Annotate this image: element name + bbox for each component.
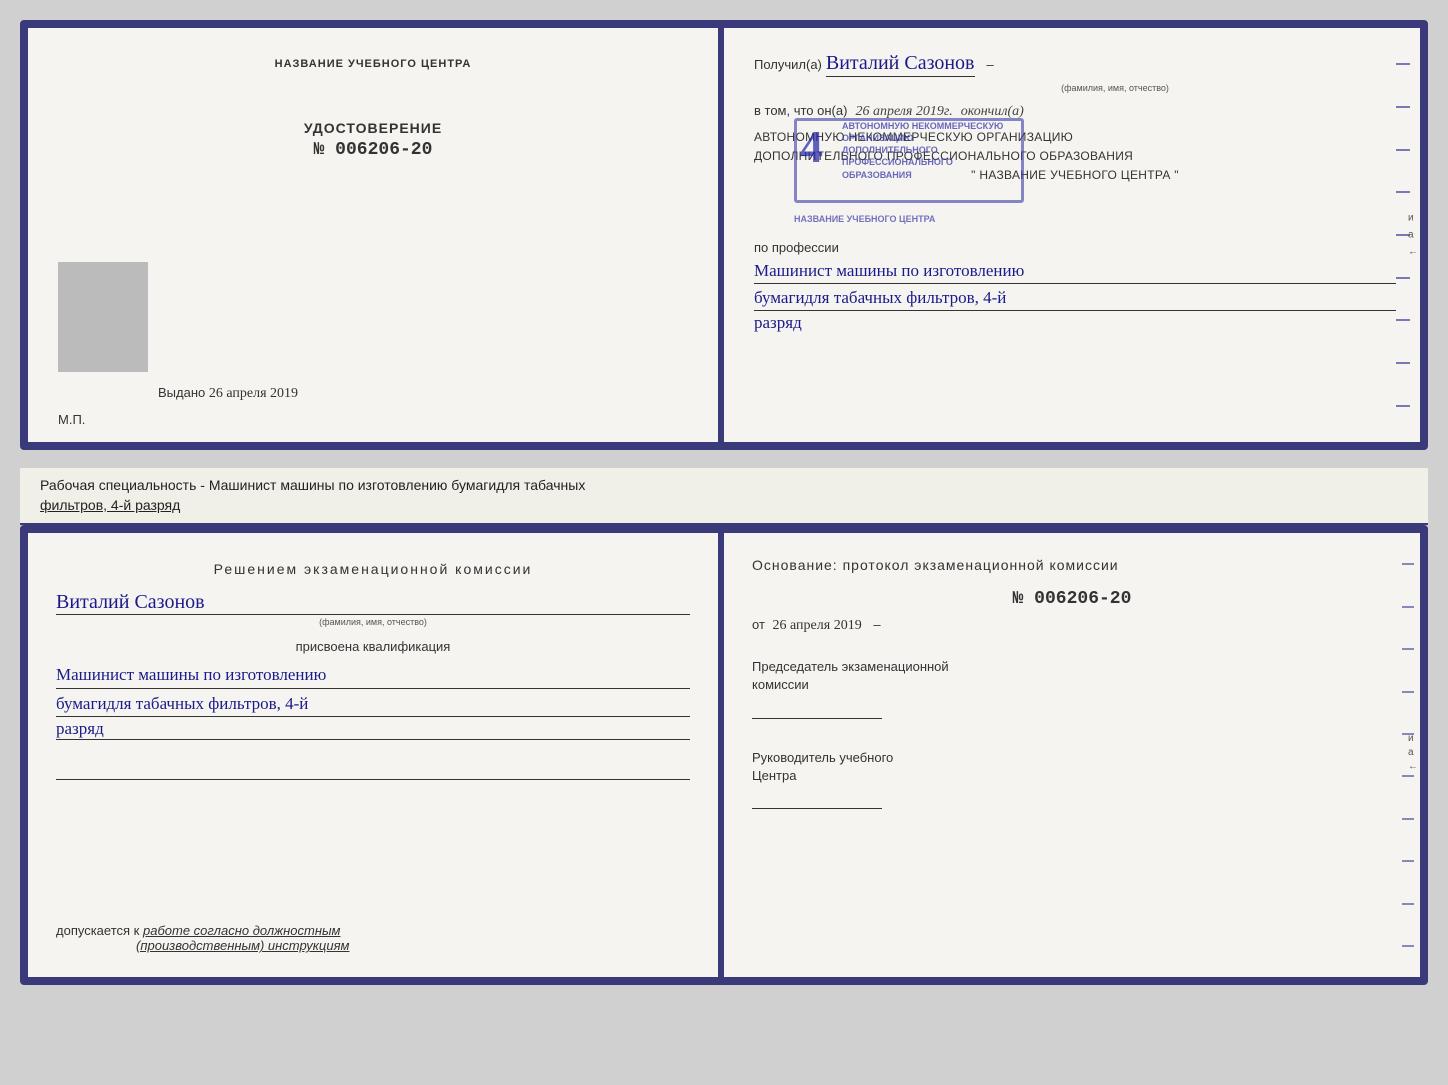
doc-number: № 006206-20: [58, 140, 688, 160]
deco-line: [1396, 149, 1410, 151]
br-deco-line: [1402, 563, 1414, 565]
edge-letter-i2: и: [1408, 733, 1418, 744]
edge-arrow: ←: [1408, 247, 1418, 258]
deco-line: [1396, 277, 1410, 279]
vydano-date: 26 апреля 2019: [209, 386, 298, 401]
profession-razryad: разряд: [754, 313, 1396, 333]
mp-label: М.П.: [58, 412, 85, 427]
deco-line: [1396, 319, 1410, 321]
bottom-edge-letters: и а ←: [1408, 733, 1418, 772]
decision-name: Виталий Сазонов: [56, 591, 690, 615]
bottom-left-panel: Решением экзаменационной комиссии Витали…: [28, 533, 724, 977]
stamp-block: АВТОНОМНУЮ НЕКОММЕРЧЕСКУЮ ОРГАНИЗАЦИЮ ДО…: [754, 128, 1396, 228]
qual-line2: бумагидля табачных фильтров, 4-й: [56, 691, 690, 718]
bottom-certificate-booklet: Решением экзаменационной комиссии Витали…: [20, 525, 1428, 985]
ot-dash: –: [873, 617, 880, 632]
predsedatel-label: Председатель экзаменационной: [752, 658, 1392, 676]
issued-label: Выдано 26 апреля 2019: [158, 385, 298, 400]
vydano-label: Выдано: [158, 385, 205, 400]
qual-line1: Машинист машины по изготовлению: [56, 662, 690, 689]
deco-line: [1396, 63, 1410, 65]
br-deco-line: [1402, 860, 1414, 862]
institution-title-block: НАЗВАНИЕ УЧЕБНОГО ЦЕНТРА: [58, 58, 688, 70]
vtom-label: в том, что он(а): [754, 103, 847, 118]
stamp-label-center: НАЗВАНИЕ УЧЕБНОГО ЦЕНТРА: [794, 214, 935, 224]
predsedatel-signature-line: [752, 703, 882, 719]
br-deco-line: [1402, 648, 1414, 650]
dash: –: [987, 57, 994, 72]
edge-arrow2: ←: [1408, 761, 1418, 772]
dopuskaetsya-value2: (производственным) инструкциям: [136, 938, 349, 953]
top-right-panel: Получил(а) Виталий Сазонов – (фамилия, и…: [724, 28, 1420, 442]
photo-placeholder: [58, 262, 148, 372]
issued-line: Выдано 26 апреля 2019: [158, 385, 298, 402]
stamp-text: АВТОНОМНУЮ НЕКОММЕРЧЕСКУЮ ОРГАНИЗАЦИЮ ДО…: [842, 120, 1017, 181]
deco-line: [1396, 405, 1410, 407]
middle-underlined-text: фильтров, 4-й разряд: [40, 497, 180, 513]
recipient-name: Виталий Сазонов: [826, 52, 975, 77]
deco-line: [1396, 106, 1410, 108]
br-deco-line: [1402, 691, 1414, 693]
qual-line3: разряд: [56, 719, 690, 740]
ot-label: от: [752, 617, 765, 632]
certificate-doc-block: УДОСТОВЕРЕНИЕ № 006206-20: [58, 120, 688, 160]
rukovoditel-line2: Центра: [752, 767, 1392, 785]
name-hint-top: (фамилия, имя, отчество): [834, 83, 1396, 93]
middle-text-block: Рабочая специальность - Машинист машины …: [20, 468, 1428, 525]
osnovaniye-label: Основание: протокол экзаменационной коми…: [752, 557, 1392, 573]
ot-date-line: от 26 апреля 2019 –: [752, 617, 1392, 634]
doc-type-label: УДОСТОВЕРЕНИЕ: [58, 120, 688, 136]
dopuskaetsya-value: работе согласно должностным: [143, 923, 340, 938]
poluchil-label: Получил(а): [754, 57, 822, 72]
br-deco-line: [1402, 903, 1414, 905]
dopuskaetsya-block: допускается к работе согласно должностны…: [56, 923, 349, 953]
protocol-number: № 006206-20: [752, 589, 1392, 609]
edge-letter-i: и: [1408, 213, 1418, 224]
bottom-right-panel: Основание: протокол экзаменационной коми…: [724, 533, 1420, 977]
received-line: Получил(а) Виталий Сазонов –: [754, 52, 1396, 77]
edge-letter-a: а: [1408, 230, 1418, 241]
br-deco-line: [1402, 775, 1414, 777]
blank-line-1: [56, 760, 690, 780]
edge-letter-labels: и а ←: [1408, 213, 1418, 258]
profession-line1: Машинист машины по изготовлению: [754, 259, 1396, 284]
stamp-4: 4: [800, 120, 823, 173]
middle-main-text: Рабочая специальность - Машинист машины …: [40, 477, 585, 493]
dopuskaetsya-label: допускается к: [56, 923, 139, 938]
decision-name-hint: (фамилия, имя, отчество): [56, 617, 690, 627]
rukovoditel-block: Руководитель учебного Центра: [752, 749, 1392, 809]
top-certificate-booklet: НАЗВАНИЕ УЧЕБНОГО ЦЕНТРА УДОСТОВЕРЕНИЕ №…: [20, 20, 1428, 450]
br-deco-line: [1402, 945, 1414, 947]
decision-title: Решением экзаменационной комиссии: [56, 561, 690, 577]
rukovoditel-signature-line: [752, 793, 882, 809]
deco-line: [1396, 191, 1410, 193]
predsedatel-block: Председатель экзаменационной комиссии: [752, 658, 1392, 718]
edge-letter-a2: а: [1408, 747, 1418, 758]
rukovoditel-line1: Руководитель учебного: [752, 749, 1392, 767]
br-deco-line: [1402, 818, 1414, 820]
page-background: НАЗВАНИЕ УЧЕБНОГО ЦЕНТРА УДОСТОВЕРЕНИЕ №…: [0, 0, 1448, 1085]
prisvoena-label: присвоена квалификация: [56, 639, 690, 654]
profession-line2: бумагидля табачных фильтров, 4-й: [754, 286, 1396, 311]
top-left-panel: НАЗВАНИЕ УЧЕБНОГО ЦЕНТРА УДОСТОВЕРЕНИЕ №…: [28, 28, 724, 442]
ot-date-value: 26 апреля 2019: [773, 618, 862, 633]
br-deco-line: [1402, 606, 1414, 608]
komissii-label: комиссии: [752, 676, 1392, 694]
deco-line: [1396, 362, 1410, 364]
po-professii-label: по профессии: [754, 240, 1396, 255]
institution-label: НАЗВАНИЕ УЧЕБНОГО ЦЕНТРА: [58, 58, 688, 70]
